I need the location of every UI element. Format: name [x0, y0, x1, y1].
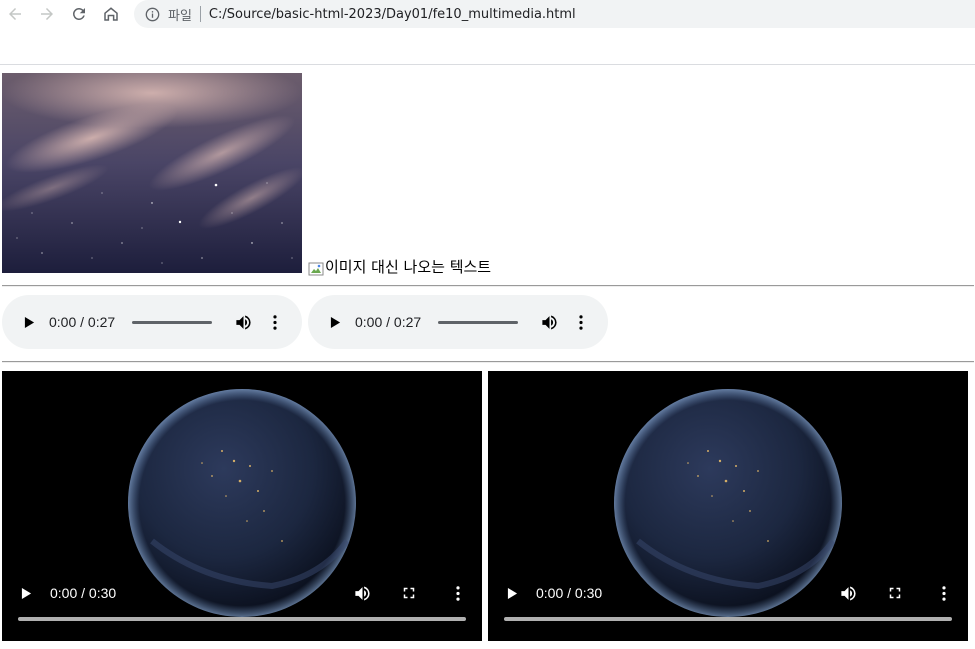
image-alt-text: 이미지 대신 나오는 텍스트: [325, 258, 492, 276]
video-seek-bar[interactable]: [504, 617, 952, 621]
address-separator: [199, 6, 201, 22]
arrow-right-icon: [41, 8, 53, 20]
scheme-label: 파일: [168, 8, 192, 24]
fullscreen-icon: [403, 587, 415, 599]
audio-seek-bar[interactable]: [438, 321, 518, 324]
back-button[interactable]: [4, 4, 26, 24]
browser-toolbar: 파일 C:/Source/basic-html-2023/Day01/fe10_…: [0, 0, 975, 28]
more-options-button[interactable]: [448, 583, 468, 603]
reload-button[interactable]: [68, 4, 90, 24]
video-player-1[interactable]: 0:00 / 0:30: [2, 371, 482, 641]
volume-button[interactable]: [538, 295, 560, 349]
fullscreen-button[interactable]: [399, 583, 419, 603]
reload-icon: [72, 7, 85, 20]
play-button[interactable]: [16, 583, 36, 603]
home-icon: [104, 7, 118, 21]
more-options-button[interactable]: [265, 295, 285, 349]
more-options-button[interactable]: [571, 295, 591, 349]
play-icon: [24, 316, 34, 328]
night-sky-image: [2, 73, 302, 273]
play-button[interactable]: [502, 583, 522, 603]
play-button[interactable]: [18, 295, 40, 349]
volume-icon: [840, 586, 856, 600]
audio-player-2[interactable]: 0:00 / 0:27: [308, 295, 608, 349]
more-options-button[interactable]: [934, 583, 954, 603]
volume-button[interactable]: [838, 583, 858, 603]
audio-time: 0:00 / 0:27: [355, 314, 422, 330]
video-time: 0:00 / 0:30: [50, 585, 117, 601]
volume-button[interactable]: [352, 583, 372, 603]
info-icon[interactable]: [144, 6, 160, 22]
play-button[interactable]: [324, 295, 346, 349]
more-vert-icon: [579, 314, 583, 330]
address-bar[interactable]: 파일 C:/Source/basic-html-2023/Day01/fe10_…: [134, 0, 975, 28]
divider-1: [2, 285, 974, 287]
more-vert-icon: [942, 585, 946, 601]
home-button[interactable]: [100, 4, 122, 24]
bookmark-bar: [0, 28, 975, 65]
play-icon: [330, 316, 340, 328]
volume-icon: [541, 315, 557, 329]
forward-button[interactable]: [36, 4, 58, 24]
fullscreen-button[interactable]: [885, 583, 905, 603]
arrow-left-icon: [9, 8, 21, 20]
divider-2: [2, 361, 974, 363]
video-time: 0:00 / 0:30: [536, 585, 603, 601]
play-icon: [507, 587, 517, 599]
volume-icon: [235, 315, 251, 329]
video-seek-bar[interactable]: [18, 617, 466, 621]
audio-time: 0:00 / 0:27: [49, 314, 116, 330]
url-text[interactable]: C:/Source/basic-html-2023/Day01/fe10_mul…: [209, 7, 576, 22]
volume-button[interactable]: [232, 295, 254, 349]
audio-player-1[interactable]: 0:00 / 0:27: [2, 295, 302, 349]
fullscreen-icon: [889, 587, 901, 599]
broken-image-icon: [308, 262, 324, 276]
volume-icon: [354, 586, 370, 600]
audio-seek-bar[interactable]: [132, 321, 212, 324]
more-vert-icon: [456, 585, 460, 601]
play-icon: [21, 587, 31, 599]
more-vert-icon: [273, 314, 277, 330]
video-player-2[interactable]: 0:00 / 0:30: [488, 371, 968, 641]
broken-image: 이미지 대신 나오는 텍스트: [308, 257, 491, 277]
